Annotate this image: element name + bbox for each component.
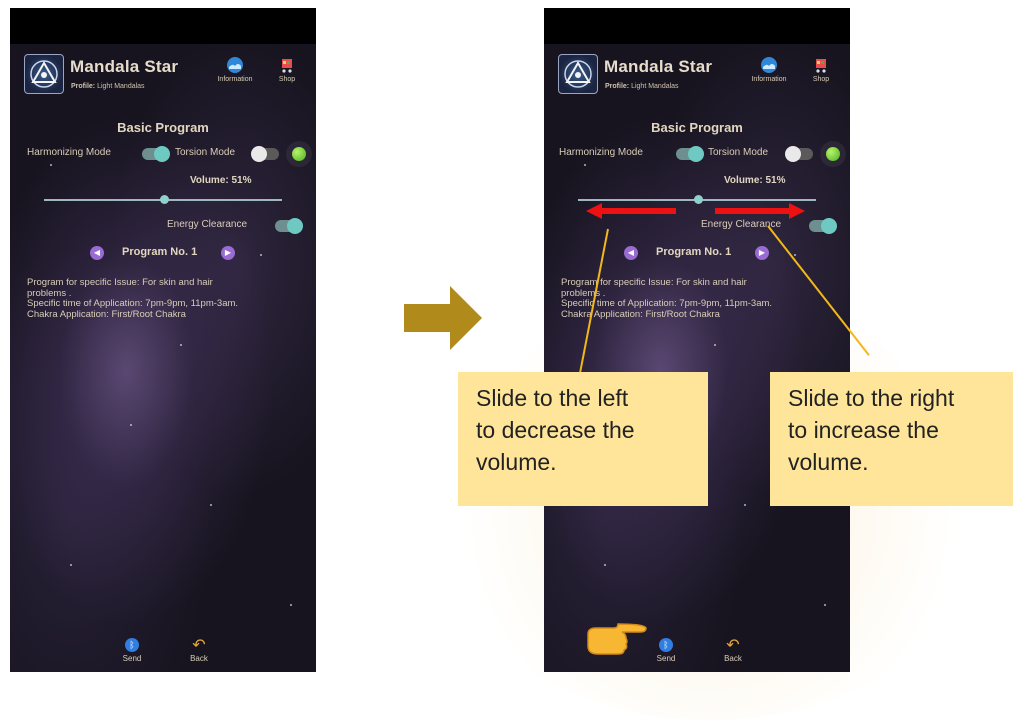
back-button[interactable]: ↶ Back: [184, 637, 214, 664]
back-arrow-icon: ↶: [726, 637, 740, 654]
callout-line-text: volume.: [788, 449, 869, 475]
shop-label: Shop: [812, 76, 830, 83]
toggle-knob: [688, 146, 704, 162]
shopping-cart-icon: [282, 59, 292, 73]
volume-label: Volume: 51%: [190, 175, 252, 186]
description-line: Chakra Application: First/Root Chakra: [561, 308, 720, 320]
phone-screenshot-before: Mandala Star Profile: Light Mandalas Inf…: [10, 8, 316, 672]
torsion-mode-toggle[interactable]: [251, 146, 279, 162]
callout-line-text: to decrease the: [476, 417, 635, 443]
description-line: Chakra Application: First/Root Chakra: [27, 308, 186, 320]
harmonizing-mode-label: Harmonizing Mode: [559, 147, 643, 158]
send-label: Send: [122, 654, 142, 663]
toggle-knob: [785, 146, 801, 162]
shop-button[interactable]: Shop: [806, 56, 836, 83]
bluetooth-icon: ᛒ: [659, 638, 673, 652]
profile-label: Profile:: [605, 83, 630, 90]
back-label: Back: [724, 654, 742, 663]
send-label: Send: [656, 654, 676, 663]
callout-right: Slide to the right to increase the volum…: [770, 372, 1013, 506]
information-button[interactable]: Information: [210, 56, 260, 83]
previous-program-button[interactable]: ◀: [624, 246, 638, 260]
right-direction-arrow-icon: [715, 203, 805, 219]
pointing-hand-icon: [587, 623, 647, 655]
description-line: Program for specific Issue: For skin and…: [27, 277, 213, 288]
information-label: Information: [217, 76, 253, 83]
app-title: Mandala Star: [604, 57, 713, 76]
back-label: Back: [190, 654, 208, 663]
description-line: Specific time of Application: 7pm-9pm, 1…: [27, 298, 239, 309]
profile-line: Profile: Light Mandalas: [71, 83, 145, 90]
section-title: Basic Program: [651, 120, 743, 135]
send-button[interactable]: ᛒ Send: [117, 638, 147, 663]
status-indicator: [826, 147, 840, 161]
section-title: Basic Program: [117, 120, 209, 135]
torsion-mode-toggle[interactable]: [785, 146, 813, 162]
back-arrow-icon: ↶: [192, 637, 206, 654]
bluetooth-icon: ᛒ: [125, 638, 139, 652]
volume-slider-thumb[interactable]: [160, 195, 169, 204]
callout-line-text: to increase the: [788, 417, 939, 443]
callout-line-text: Slide to the right: [788, 385, 955, 411]
phone-screenshot-after: Mandala Star Profile: Light Mandalas Inf…: [544, 8, 850, 672]
app-screen: Mandala Star Profile: Light Mandalas Inf…: [544, 44, 850, 672]
profile-value: Light Mandalas: [631, 83, 679, 90]
right-arrow-icon: [404, 286, 482, 350]
program-description: Program for specific Issue: For skin and…: [561, 277, 841, 320]
description-line: Specific time of Application: 7pm-9pm, 1…: [561, 298, 773, 309]
volume-slider[interactable]: [578, 195, 816, 204]
mandala-logo-icon: [558, 54, 598, 94]
left-direction-arrow-icon: [586, 203, 676, 219]
volume-slider[interactable]: [44, 195, 282, 204]
callout-line-text: volume.: [476, 449, 557, 475]
harmonizing-mode-toggle[interactable]: [676, 146, 704, 162]
back-button[interactable]: ↶ Back: [718, 637, 748, 664]
toggle-knob: [821, 218, 837, 234]
shop-label: Shop: [278, 76, 296, 83]
shopping-cart-icon: [816, 59, 826, 73]
callout-line-text: Slide to the left: [476, 385, 629, 411]
harmonizing-mode-label: Harmonizing Mode: [27, 147, 111, 158]
volume-slider-thumb[interactable]: [694, 195, 703, 204]
information-button[interactable]: Information: [744, 56, 794, 83]
program-label: Program No. 1: [656, 246, 732, 258]
app-screen: Mandala Star Profile: Light Mandalas Inf…: [10, 44, 316, 672]
toggle-knob: [251, 146, 267, 162]
mandala-logo-icon: [24, 54, 64, 94]
energy-clearance-toggle[interactable]: [275, 218, 303, 234]
energy-clearance-label: Energy Clearance: [167, 219, 248, 230]
toggle-knob: [287, 218, 303, 234]
energy-clearance-toggle[interactable]: [809, 218, 837, 234]
status-indicator: [292, 147, 306, 161]
globe-icon: [227, 57, 243, 73]
profile-value: Light Mandalas: [97, 83, 145, 90]
profile-line: Profile: Light Mandalas: [605, 83, 679, 90]
program-label: Program No. 1: [122, 246, 198, 258]
torsion-mode-label: Torsion Mode: [175, 147, 236, 158]
next-program-button[interactable]: ▶: [221, 246, 235, 260]
shop-button[interactable]: Shop: [272, 56, 302, 83]
harmonizing-mode-toggle[interactable]: [142, 146, 170, 162]
send-button[interactable]: ᛒ Send: [651, 638, 681, 663]
callout-left: Slide to the left to decrease the volume…: [458, 372, 708, 506]
program-description: Program for specific Issue: For skin and…: [27, 277, 307, 320]
app-title: Mandala Star: [70, 57, 179, 76]
profile-label: Profile:: [71, 83, 96, 90]
previous-program-button[interactable]: ◀: [90, 246, 104, 260]
torsion-mode-label: Torsion Mode: [708, 147, 769, 158]
toggle-knob: [154, 146, 170, 162]
next-program-button[interactable]: ▶: [755, 246, 769, 260]
globe-icon: [761, 57, 777, 73]
volume-label: Volume: 51%: [724, 175, 786, 186]
description-line: Program for specific Issue: For skin and…: [561, 277, 747, 288]
information-label: Information: [751, 76, 787, 83]
